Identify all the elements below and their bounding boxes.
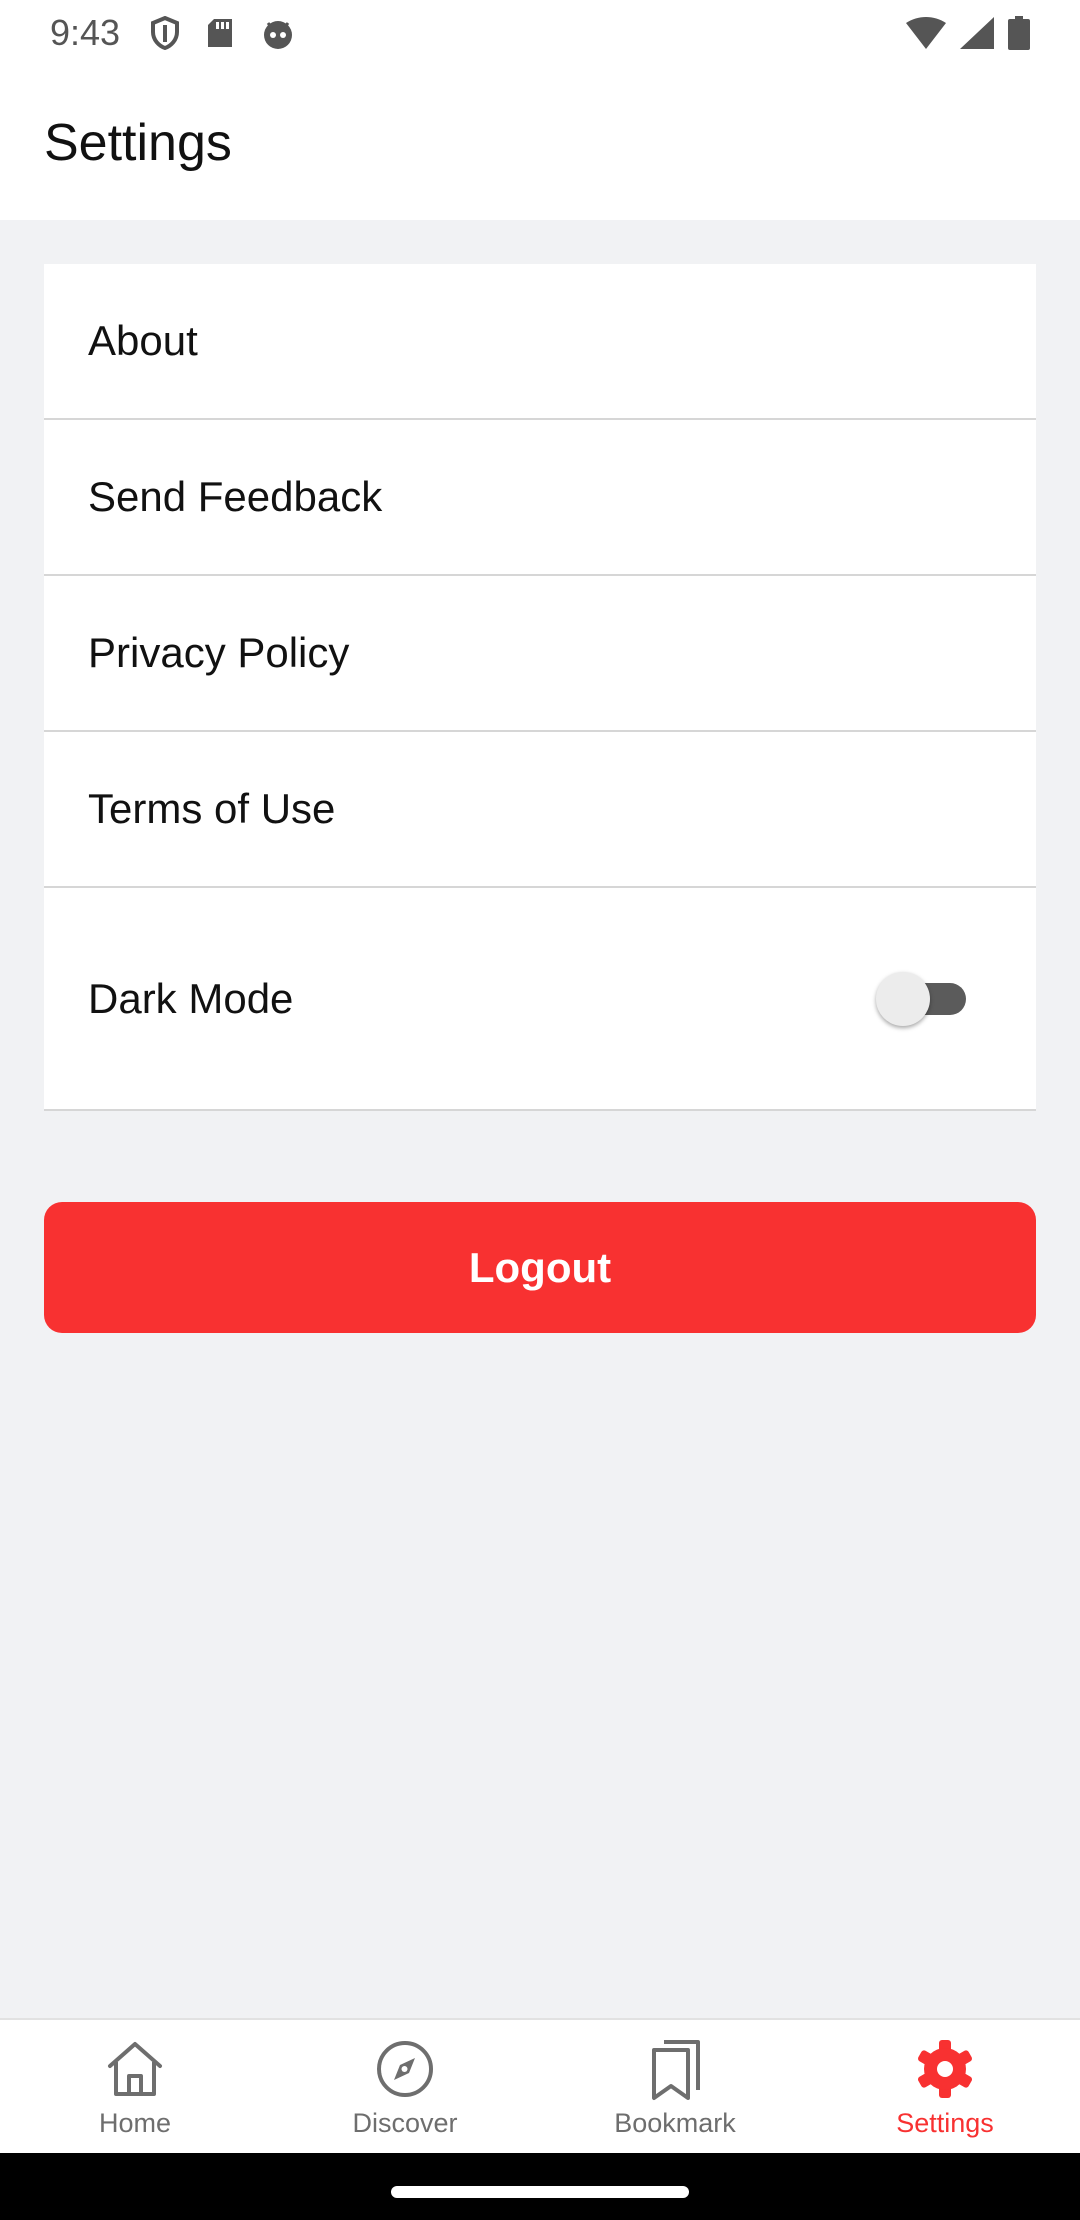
status-icons-right	[906, 16, 1030, 50]
settings-screen: 9:43 Settings About Send Feedback Privac…	[0, 0, 1080, 2220]
home-gesture-handle[interactable]	[391, 2185, 689, 2198]
nav-label: Bookmark	[614, 2108, 736, 2138]
logout-button[interactable]: Logout	[44, 1202, 1036, 1333]
nav-item-home[interactable]: Home	[0, 2020, 270, 2153]
status-icons-left	[150, 16, 296, 50]
nav-item-bookmark[interactable]: Bookmark	[540, 2020, 810, 2153]
signal-icon	[960, 17, 994, 49]
settings-list: About Send Feedback Privacy Policy Terms…	[44, 264, 1036, 1111]
settings-item-dark-mode: Dark Mode	[44, 888, 1036, 1111]
toggle-thumb	[876, 971, 930, 1026]
settings-item-label: Send Feedback	[88, 473, 383, 520]
nav-item-settings[interactable]: Settings	[810, 2020, 1080, 2153]
sd-card-icon	[206, 17, 234, 49]
status-bar: 9:43	[0, 0, 1080, 66]
gesture-nav-bar	[0, 2153, 1080, 2220]
settings-item-send-feedback[interactable]: Send Feedback	[44, 420, 1036, 576]
nav-label: Home	[98, 2108, 172, 2138]
settings-item-about[interactable]: About	[44, 264, 1036, 420]
settings-item-label: Dark Mode	[88, 974, 294, 1022]
settings-item-label: Privacy Policy	[88, 629, 350, 676]
nav-label: Settings	[896, 2108, 994, 2138]
shield-icon	[150, 16, 180, 50]
settings-item-terms-of-use[interactable]: Terms of Use	[44, 732, 1036, 888]
battery-icon	[1008, 16, 1030, 50]
home-icon	[102, 2036, 168, 2102]
page-title: Settings	[44, 114, 232, 172]
bottom-nav: Home Discover Bookmark Settings	[0, 2018, 1080, 2153]
wifi-icon	[906, 17, 946, 49]
app-bar: Settings	[0, 66, 1080, 220]
compass-icon	[372, 2036, 438, 2102]
nav-label: Discover	[352, 2108, 458, 2138]
settings-item-label: About	[88, 317, 198, 364]
dark-mode-toggle[interactable]	[876, 969, 966, 1029]
android-face-icon	[260, 17, 296, 49]
nav-item-discover[interactable]: Discover	[270, 2020, 540, 2153]
settings-item-label: Terms of Use	[88, 785, 336, 832]
settings-item-privacy-policy[interactable]: Privacy Policy	[44, 576, 1036, 732]
status-time: 9:43	[50, 12, 121, 53]
gear-icon	[912, 2036, 978, 2102]
bookmark-icon	[642, 2036, 708, 2102]
